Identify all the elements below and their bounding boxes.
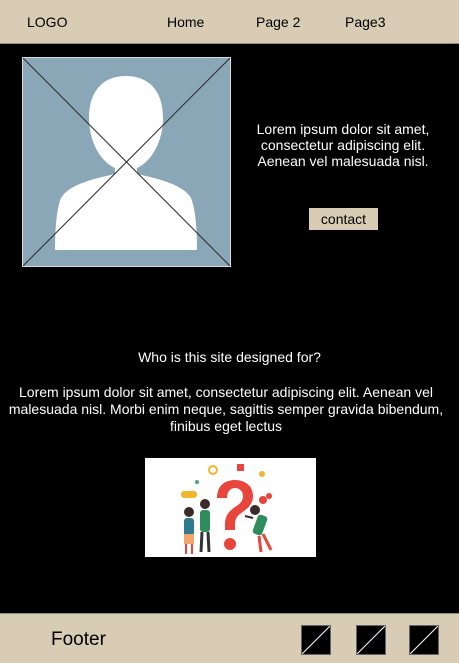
user-placeholder-icon — [23, 58, 230, 266]
social-placeholder-icon[interactable] — [301, 625, 331, 655]
social-placeholder-icon[interactable] — [409, 625, 439, 655]
intro-text: Lorem ipsum dolor sit amet, consectetur … — [256, 121, 430, 169]
contact-button[interactable]: contact — [309, 208, 378, 230]
audience-heading: Who is this site designed for? — [138, 349, 321, 365]
nav-home[interactable]: Home — [167, 14, 204, 30]
social-placeholder-icon[interactable] — [356, 625, 386, 655]
nav-page-2[interactable]: Page 2 — [256, 14, 300, 30]
question-mark-people-illustration — [181, 464, 273, 554]
profile-image-placeholder — [22, 57, 231, 267]
footer-label: Footer — [51, 629, 106, 650]
logo[interactable]: LOGO — [27, 14, 67, 30]
question-illustration — [145, 458, 316, 557]
top-navbar: LOGO Home Page 2 Page3 — [0, 0, 459, 44]
audience-paragraph: Lorem ipsum dolor sit amet, consectetur … — [8, 384, 444, 434]
footer-bar: Footer — [0, 613, 459, 663]
nav-page-3[interactable]: Page3 — [345, 14, 385, 30]
